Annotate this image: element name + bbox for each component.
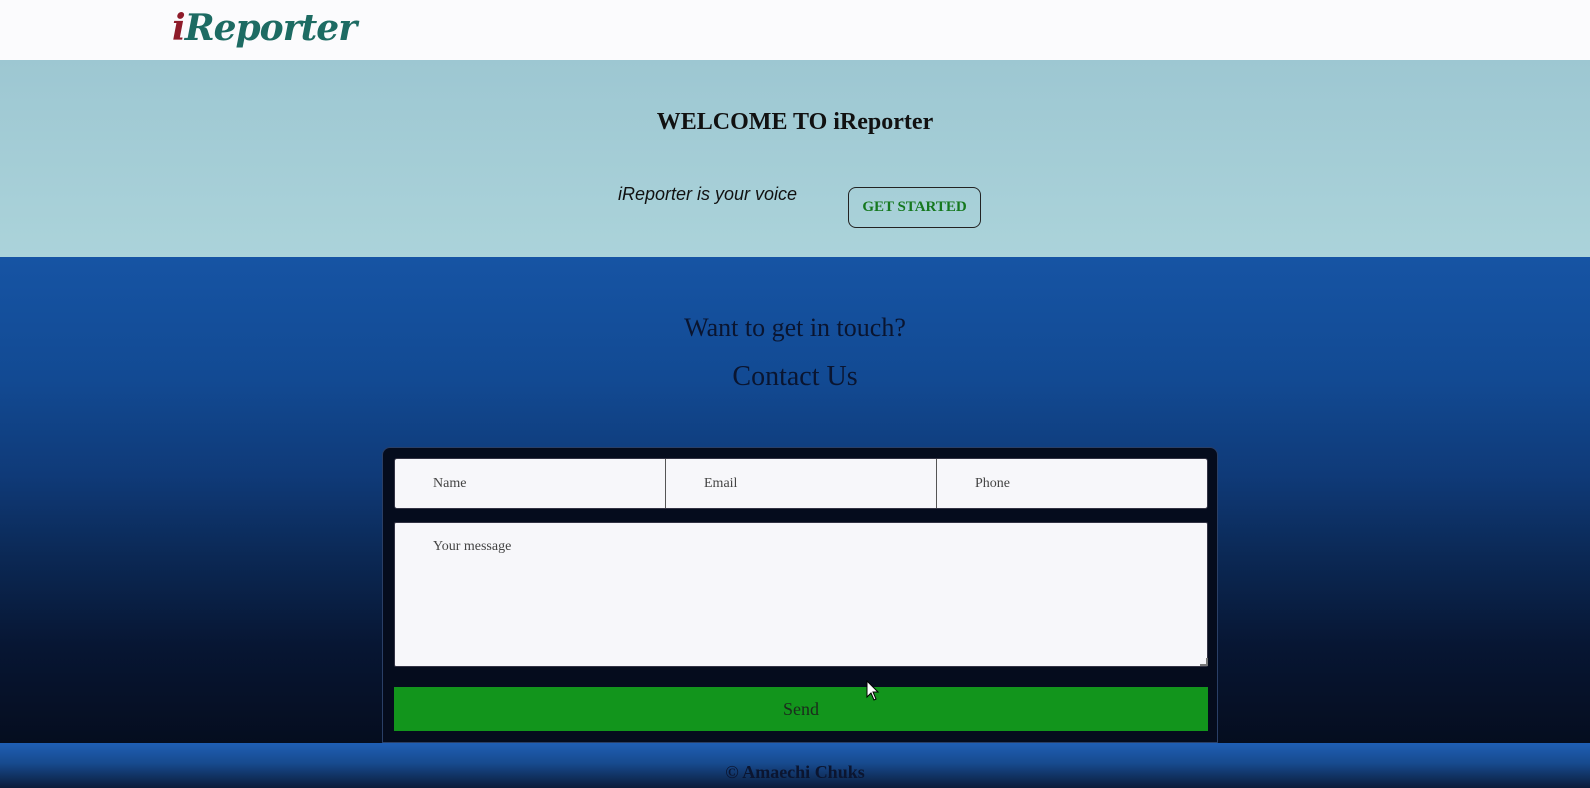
- site-footer: © Amaechi Chuks: [0, 743, 1590, 788]
- hero-title: WELCOME TO iReporter: [656, 109, 934, 135]
- get-started-button[interactable]: GET STARTED: [848, 187, 981, 228]
- phone-input[interactable]: [936, 459, 1207, 508]
- send-button[interactable]: Send: [394, 687, 1208, 731]
- logo-text: Reporter: [184, 7, 357, 49]
- hero-tagline: iReporter is your voice: [618, 184, 798, 204]
- contact-pretitle: Want to get in touch?: [684, 313, 906, 342]
- contact-fields-row: [394, 458, 1208, 509]
- copyright-text: © Amaechi Chuks: [725, 762, 865, 782]
- message-textarea[interactable]: [394, 522, 1208, 667]
- contact-title: Contact Us: [732, 361, 858, 392]
- logo-letter-i: i: [172, 7, 186, 49]
- email-input[interactable]: [665, 459, 936, 508]
- logo[interactable]: iReporter: [172, 7, 357, 49]
- site-header: iReporter: [0, 0, 1590, 60]
- contact-section: Want to get in touch? Contact Us Send: [0, 257, 1590, 743]
- resize-grip-icon[interactable]: [1200, 658, 1208, 666]
- hero-section: WELCOME TO iReporter iReporter is your v…: [0, 60, 1590, 257]
- name-input[interactable]: [395, 459, 665, 508]
- mouse-pointer-icon: [866, 680, 880, 701]
- contact-form: Send: [382, 447, 1218, 743]
